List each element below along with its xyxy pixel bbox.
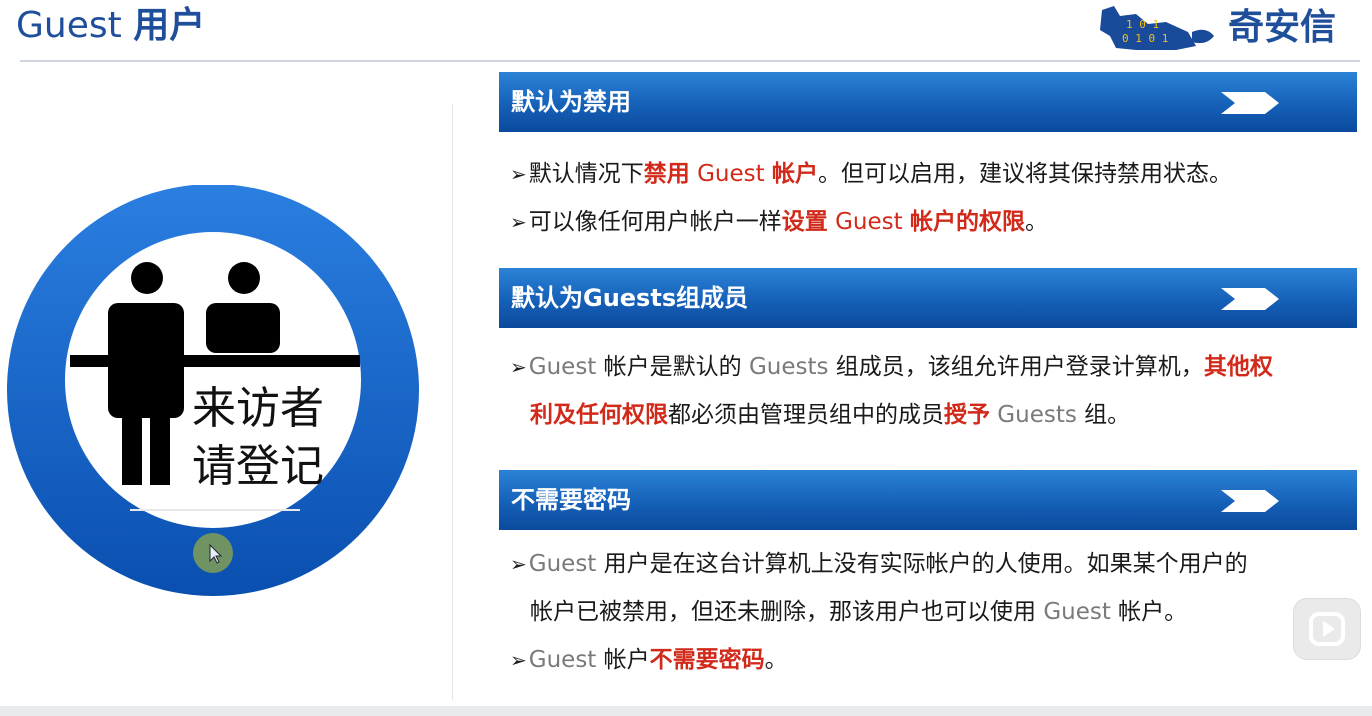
mouse-cursor-icon <box>193 533 233 573</box>
bullet-text: Guests <box>990 402 1085 428</box>
bullet-text: 帐户 <box>771 161 818 187</box>
bullet-text: Guests <box>748 354 829 380</box>
svg-text:0 1 0 1: 0 1 0 1 <box>1122 32 1168 45</box>
bullet-text: 可以像任何用户帐户一样 <box>528 209 782 235</box>
bullet-3-1: ➢Guest 用户是在这台计算机上没有实际帐户的人使用。如果某个用户的 帐户已被禁… <box>510 547 1248 629</box>
bullet-2-1: ➢Guest 帐户是默认的 Guests 组成员，该组允许用户登录计算机，其他权… <box>510 350 1273 432</box>
sign-line-1: 来访者 <box>192 383 324 434</box>
bullet-text: 禁用 <box>643 161 690 187</box>
title-cn: 用户 <box>133 5 206 46</box>
section-header-1: 默认为禁用 <box>499 72 1357 132</box>
bullet-text: 帐户。 <box>1110 599 1188 625</box>
bullet-symbol: ➢ <box>510 210 527 234</box>
bullet-text: 帐户 <box>596 647 650 673</box>
bullet-continuation: 利及任何权限都必须由管理员组中的成员授予 Guests 组。 <box>510 398 1130 432</box>
bullet-text: 。 <box>1024 209 1048 235</box>
bullet-text: 授予 <box>944 402 990 428</box>
bullet-text: 不需要密码 <box>649 647 765 673</box>
bullet-continuation: 帐户已被禁用，但还未删除，那该用户也可以使用 Guest 帐户。 <box>510 595 1187 629</box>
section-header-1-label: 默认为禁用 <box>511 88 631 116</box>
bullet-text: 组成员，该组允许用户登录计算机， <box>828 354 1204 380</box>
bullet-symbol: ➢ <box>510 648 527 672</box>
bottom-bar <box>0 706 1372 716</box>
section-header-3-label: 不需要密码 <box>511 486 631 514</box>
arrow-chevron-icon <box>1221 490 1279 512</box>
play-button[interactable] <box>1293 598 1361 660</box>
arrow-chevron-icon <box>1221 92 1279 114</box>
bullet-text: Guest <box>1043 599 1111 625</box>
page-title: Guest 用户 <box>16 2 205 50</box>
section-header-2: 默认为Guests组成员 <box>499 268 1357 328</box>
section-header-3: 不需要密码 <box>499 470 1357 530</box>
bullet-symbol: ➢ <box>510 355 527 379</box>
sign-line-2: 请登记 <box>192 441 324 492</box>
logo-text: 奇安信 <box>1228 7 1337 48</box>
bullet-text: 帐户已被禁用，但还未删除，那该用户也可以使用 <box>530 599 1044 625</box>
title-en: Guest <box>16 5 122 46</box>
content-divider <box>452 104 453 700</box>
bullet-1-1: ➢默认情况下禁用 Guest 帐户。但可以启用，建议将其保持禁用状态。 <box>510 157 1232 191</box>
bullet-text: Guest <box>827 209 910 235</box>
bullet-text: 帐户是默认的 <box>596 354 749 380</box>
bullet-symbol: ➢ <box>510 162 527 186</box>
play-icon <box>1309 612 1345 646</box>
bullet-text: 其他权 <box>1203 354 1273 380</box>
bullet-1-2: ➢可以像任何用户帐户一样设置 Guest 帐户的权限。 <box>510 205 1048 239</box>
bullet-text: 。但可以启用，建议将其保持禁用状态。 <box>817 161 1232 187</box>
bullet-text: Guest <box>528 354 597 380</box>
bullet-text: Guest <box>528 647 597 673</box>
bullet-text: 用户是在这台计算机上没有实际帐户的人使用。如果某个用户的 <box>596 551 1248 577</box>
bullet-text: 帐户的权限 <box>909 209 1025 235</box>
bullet-text: Guest <box>689 161 772 187</box>
bullet-text: 设置 <box>781 209 828 235</box>
bullet-text: 默认情况下 <box>528 161 644 187</box>
bullet-text: Guest <box>528 551 597 577</box>
bullet-3-2: ➢Guest 帐户不需要密码。 <box>510 643 788 677</box>
svg-text:1 0 1: 1 0 1 <box>1126 18 1159 31</box>
section-header-2-label: 默认为Guests组成员 <box>511 284 749 312</box>
title-divider <box>20 60 1360 62</box>
bullet-text: 都必须由管理员组中的成员 <box>668 402 944 428</box>
arrow-chevron-icon <box>1221 288 1279 310</box>
bullet-text: 利及任何权限 <box>530 402 668 428</box>
bullet-text: 。 <box>764 647 788 673</box>
bullet-symbol: ➢ <box>510 552 527 576</box>
bullet-text: 组。 <box>1084 402 1131 428</box>
